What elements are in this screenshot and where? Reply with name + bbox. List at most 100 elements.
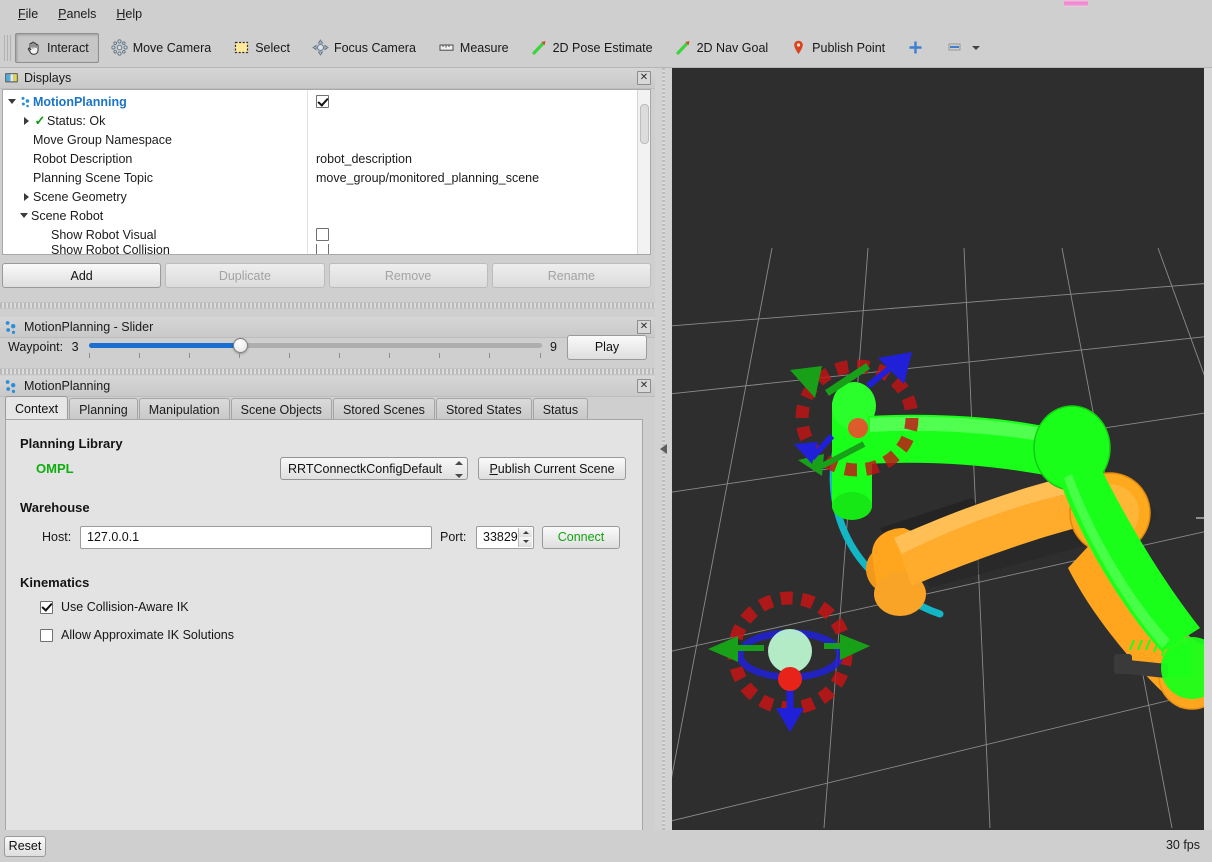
render-viewport-3d[interactable]: [672, 68, 1204, 830]
displays-panel-close-button[interactable]: ✕: [637, 71, 651, 85]
tool-2d-nav-goal-button[interactable]: 2D Nav Goal: [665, 33, 779, 63]
expander-right-icon[interactable]: [19, 192, 33, 201]
planner-id-value: RRTConnectkConfigDefault: [288, 461, 443, 476]
panel-splitter-grip[interactable]: [0, 368, 655, 375]
expander-down-icon[interactable]: [17, 213, 31, 218]
panel-splitter-grip[interactable]: [0, 302, 655, 309]
display-value-robot-description[interactable]: robot_description: [308, 149, 650, 168]
motion-planning-panel-close-button[interactable]: ✕: [637, 379, 651, 393]
menu-bar: File Panels Help: [0, 0, 1212, 28]
tool-select-button[interactable]: Select: [223, 33, 300, 63]
slider-handle[interactable]: [232, 338, 248, 353]
displays-tree-value-column: robot_description move_group/monitored_p…: [308, 90, 650, 254]
tool-focus-camera-label: Focus Camera: [333, 40, 416, 55]
tool-publish-point-label: Publish Point: [812, 40, 886, 55]
marker-center-sphere[interactable]: [778, 667, 802, 691]
waypoint-slider[interactable]: [88, 334, 543, 360]
tool-measure-button[interactable]: Measure: [428, 33, 519, 63]
display-value-show-robot-collision[interactable]: [308, 244, 650, 254]
tab-planning[interactable]: Planning: [69, 398, 138, 420]
motion-planning-panel-titlebar: MotionPlanning ✕: [0, 376, 655, 397]
planning-library-heading: Planning Library: [20, 436, 123, 451]
menu-file[interactable]: File: [8, 3, 48, 25]
expander-right-icon[interactable]: [19, 116, 33, 125]
display-row-show-robot-visual[interactable]: Show Robot Visual: [3, 225, 307, 244]
motion-planning-icon: [19, 96, 33, 108]
planner-id-combobox[interactable]: RRTConnectkConfigDefault: [280, 457, 468, 480]
marker-sphere[interactable]: [768, 629, 812, 673]
display-row-scene-geometry[interactable]: Scene Geometry: [3, 187, 307, 206]
tab-stored-scenes[interactable]: Stored Scenes: [332, 398, 435, 420]
waypoint-slider-row: Waypoint: 3 9 Play: [0, 332, 655, 362]
toolbar-drag-handle[interactable]: [4, 34, 12, 61]
tab-stored-states-label: Stored States: [445, 402, 522, 417]
show-robot-collision-checkbox[interactable]: [316, 244, 329, 254]
tab-stored-states[interactable]: Stored States: [435, 398, 532, 420]
menu-file-label: ile: [25, 7, 39, 21]
tool-2d-pose-estimate-button[interactable]: 2D Pose Estimate: [521, 33, 663, 63]
duplicate-display-button[interactable]: Duplicate: [165, 263, 325, 288]
remove-display-button[interactable]: Remove: [328, 263, 488, 288]
warehouse-connect-button[interactable]: Connect: [542, 525, 620, 549]
display-value-planning-scene-topic[interactable]: move_group/monitored_planning_scene: [308, 168, 650, 187]
warehouse-port-spinbox[interactable]: 33829: [476, 525, 534, 549]
move-camera-icon: [110, 39, 128, 56]
publish-current-scene-button[interactable]: Publish Current Scene: [478, 457, 626, 480]
add-display-button[interactable]: Add: [2, 263, 162, 288]
tab-status[interactable]: Status: [532, 398, 589, 420]
scrollbar-thumb[interactable]: [640, 104, 649, 144]
tool-add-tool-button[interactable]: [897, 33, 934, 63]
display-value-show-robot-visual[interactable]: [308, 225, 650, 244]
tool-measure-label: Measure: [459, 40, 509, 55]
use-collision-aware-ik-row[interactable]: Use Collision-Aware IK: [40, 600, 630, 614]
spinbox-arrows[interactable]: [518, 527, 532, 547]
display-row-show-robot-collision[interactable]: Show Robot Collision: [3, 244, 307, 254]
kinematics-heading: Kinematics: [20, 575, 90, 590]
select-rectangle-icon: [233, 39, 250, 56]
tool-focus-camera-button[interactable]: Focus Camera: [302, 33, 426, 63]
tool-2d-nav-goal-label: 2D Nav Goal: [696, 40, 769, 55]
toolbar-overflow-button[interactable]: [936, 33, 990, 63]
reset-button[interactable]: Reset: [4, 835, 46, 857]
tab-context[interactable]: Context: [5, 396, 69, 420]
allow-approximate-ik-row[interactable]: Allow Approximate IK Solutions: [40, 628, 630, 642]
display-row-robot-description[interactable]: Robot Description: [3, 149, 307, 168]
allow-approximate-ik-checkbox[interactable]: [40, 628, 53, 642]
displays-tree-scrollbar[interactable]: [637, 90, 650, 254]
publish-current-scene-label: Publish Current Scene: [489, 461, 615, 476]
display-row-motionplanning[interactable]: MotionPlanning: [3, 92, 307, 111]
display-row-label: Scene Geometry: [33, 189, 127, 204]
display-row-status[interactable]: ✓ Status: Ok: [3, 111, 307, 130]
spinbox-up-icon[interactable]: [518, 527, 532, 537]
tab-scene-objects[interactable]: Scene Objects: [230, 398, 332, 420]
displays-tree[interactable]: MotionPlanning ✓ Status: Ok Move Group N…: [2, 89, 651, 255]
use-collision-aware-ik-label: Use Collision-Aware IK: [61, 600, 189, 614]
menu-panels[interactable]: Panels: [48, 3, 106, 25]
tab-manipulation[interactable]: Manipulation: [138, 398, 230, 420]
display-row-scene-robot[interactable]: Scene Robot: [3, 206, 307, 225]
display-row-planning-scene-topic[interactable]: Planning Scene Topic: [3, 168, 307, 187]
waypoint-label-text: Waypoint:: [8, 340, 64, 354]
menu-help[interactable]: Help: [106, 3, 152, 25]
show-robot-visual-checkbox[interactable]: [316, 228, 329, 241]
warehouse-host-input[interactable]: 127.0.0.1: [80, 525, 432, 549]
tool-move-camera-button[interactable]: Move Camera: [101, 33, 222, 63]
slider-fill: [88, 343, 240, 348]
nav-goal-arrow-icon: [675, 39, 692, 56]
tool-interact-button[interactable]: Interact: [15, 32, 99, 63]
play-button[interactable]: Play: [567, 334, 647, 360]
rename-display-button[interactable]: Rename: [491, 263, 651, 288]
tool-move-camera-label: Move Camera: [132, 40, 212, 55]
collapse-left-arrow-icon[interactable]: [660, 444, 667, 454]
display-row-label: Show Robot Visual: [51, 227, 157, 242]
waypoint-max-value: 9: [550, 340, 557, 354]
expander-down-icon[interactable]: [5, 99, 19, 104]
display-value-motionplanning-enabled[interactable]: [308, 92, 650, 111]
display-enabled-checkbox[interactable]: [316, 95, 329, 108]
spinbox-down-icon[interactable]: [518, 537, 532, 547]
focus-camera-icon: [312, 39, 329, 56]
dock-splitter[interactable]: [655, 68, 672, 830]
tool-publish-point-button[interactable]: Publish Point: [780, 33, 895, 63]
use-collision-aware-ik-checkbox[interactable]: [40, 600, 53, 614]
display-row-move-group-namespace[interactable]: Move Group Namespace: [3, 130, 307, 149]
